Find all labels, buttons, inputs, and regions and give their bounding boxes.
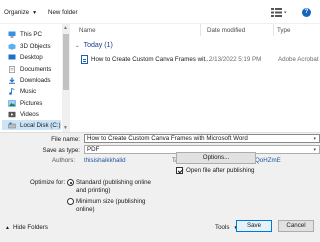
save-type-value: PDF [87,146,100,153]
optimize-label: Optimize for: [30,179,66,186]
navigation-pane: This PC 3D Objects Desktop Documents Dow… [0,24,70,132]
chevron-down-icon: ⌄ [75,43,80,49]
hide-folders-label: Hide Folders [12,224,49,231]
save-type-label: Save as type: [42,147,81,154]
cancel-button[interactable]: Cancel [278,220,314,232]
dialog-footer: ▲Hide Folders Tools▼ [0,214,320,242]
nav-item-music[interactable]: Music [8,86,36,96]
download-icon [9,77,15,84]
document-icon [9,65,15,73]
nav-item-label: Desktop [20,53,43,61]
tools-menu-button[interactable]: Tools▼ [215,224,238,231]
navigation-scrollbar[interactable]: ▲ ▼ [62,24,70,132]
authors-label: Authors: [52,157,76,164]
column-header-name[interactable]: Name [79,27,96,34]
organize-label: Organize [4,9,30,16]
column-separator[interactable] [273,24,274,36]
toolbar: Organize ▼ New folder ? [0,0,320,24]
file-date-cell: 2/13/2022 5:19 PM [209,56,262,63]
nav-item-label: Videos [20,110,39,118]
nav-item-label: Local Disk (C:) [20,121,61,129]
nav-item-pictures[interactable]: Pictures [8,98,42,108]
file-type-cell: Adobe Acrobat [278,56,319,63]
view-options-icon[interactable] [271,8,287,17]
organize-menu-button[interactable]: Organize ▼ [4,9,37,16]
group-label: Today (1) [83,42,113,49]
picture-icon [8,99,16,107]
chevron-down-icon: ▼ [32,10,38,16]
nav-item-this-pc[interactable]: This PC [8,29,42,39]
nav-item-label: 3D Objects [20,42,51,50]
hide-folders-button[interactable]: ▲ Hide Folders [5,224,48,231]
radio-minimum-label[interactable]: Minimum size (publishing online) [76,198,156,213]
column-header-type[interactable]: Type [277,27,290,34]
radio-standard-label[interactable]: Standard (publishing online and printing… [76,179,156,194]
scroll-down-icon[interactable]: ▼ [63,125,68,131]
chevron-up-icon: ▲ [5,225,10,231]
desktop-icon [8,54,16,59]
save-button[interactable]: Save [236,220,272,232]
nav-item-label: This PC [20,30,43,38]
file-name-input[interactable]: How to Create Custom Canva Frames with M… [84,134,320,143]
file-list: Name Date modified Type ⌄ Today (1) How t… [71,24,320,132]
options-button[interactable]: Options... [176,152,256,164]
file-name-cell: How to Create Custom Canva Frames wit... [91,56,211,63]
nav-item-documents[interactable]: Documents [8,64,51,74]
group-header-today[interactable]: ⌄ Today (1) [75,42,113,49]
file-name-value: How to Create Custom Canva Frames with M… [87,135,248,142]
scrollbar-thumb[interactable] [63,34,69,90]
authors-value[interactable]: thisishaikkhalid [84,157,126,164]
nav-item-label: Downloads [20,76,51,84]
help-icon[interactable]: ? [302,8,311,17]
cube-icon [8,43,16,50]
computer-icon [8,31,16,37]
column-separator[interactable] [200,24,201,36]
drive-icon [8,122,16,128]
radio-minimum-size[interactable] [67,198,74,205]
nav-item-desktop[interactable]: Desktop [8,52,43,62]
nav-item-downloads[interactable]: Downloads [8,75,51,85]
nav-item-label: Pictures [20,99,43,107]
open-after-publishing-label[interactable]: Open file after publishing [186,167,254,174]
music-icon [9,87,15,95]
chevron-down-icon: ▾ [313,147,316,153]
table-row[interactable]: How to Create Custom Canva Frames wit...… [79,54,320,65]
radio-standard[interactable] [67,179,74,186]
nav-item-label: Documents [20,65,52,73]
nav-item-videos[interactable]: Videos [8,109,39,119]
video-icon [8,111,16,117]
new-folder-button[interactable]: New folder [48,9,78,16]
nav-item-3d-objects[interactable]: 3D Objects [8,41,51,51]
tools-label: Tools [215,224,230,231]
file-name-label: File name: [51,136,80,143]
column-header-date-modified[interactable]: Date modified [207,27,245,34]
nav-item-local-disk[interactable]: Local Disk (C:) [2,120,61,130]
pdf-file-icon [81,55,88,64]
scroll-up-icon[interactable]: ▲ [63,25,68,31]
open-after-publishing-checkbox[interactable] [176,167,183,174]
nav-item-label: Music [20,87,37,95]
chevron-down-icon[interactable]: ▾ [313,135,316,142]
